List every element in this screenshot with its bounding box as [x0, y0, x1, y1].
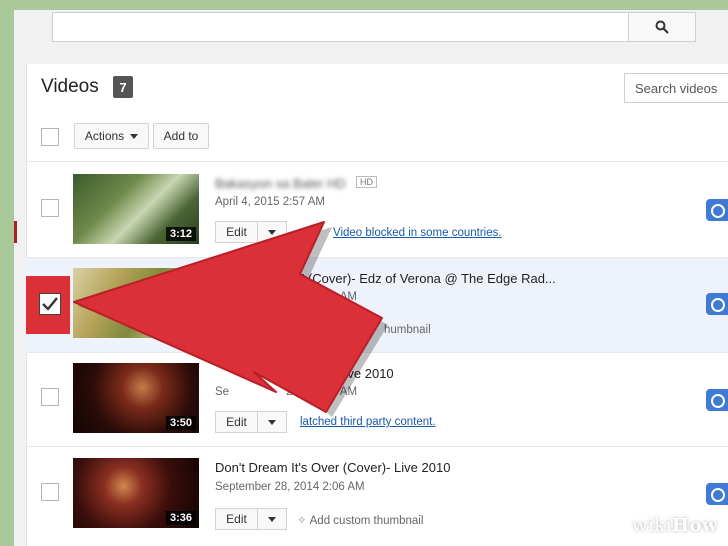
add-to-button[interactable]: Add to [153, 123, 209, 149]
wikihow-watermark: wikiHow [632, 515, 718, 536]
info-tab-icon[interactable] [706, 199, 728, 221]
video-date: Se 2014 2:15 AM [215, 386, 357, 398]
duration-badge: 3:36 [165, 511, 196, 525]
video-date: September 28, 2014 2:06 AM [215, 481, 365, 493]
sidebar-marker [14, 221, 17, 243]
chevron-down-icon [268, 419, 276, 425]
actions-label: Actions [84, 129, 125, 143]
row-checkbox[interactable] [41, 388, 59, 406]
edit-dropdown[interactable] [258, 509, 286, 529]
status-link[interactable]: latched third party content. [300, 416, 436, 428]
date-prefix: Se [215, 386, 230, 398]
row-checkbox[interactable] [41, 199, 59, 217]
checkmark-icon [42, 297, 58, 311]
row-checkbox[interactable] [41, 483, 59, 501]
info-tab-icon[interactable] [706, 293, 728, 315]
watermark-prefix: wiki [632, 515, 672, 536]
edit-dropdown[interactable] [258, 222, 286, 242]
edit-button-group[interactable]: Edit [215, 508, 287, 530]
search-button[interactable] [628, 12, 696, 42]
sparkle-icon: ✧ [297, 515, 307, 527]
select-all-checkbox[interactable] [41, 128, 59, 146]
add-custom-thumbnail-label: Add custom thumbnail [309, 515, 424, 527]
status-link[interactable]: Video blocked in some countries. [333, 227, 502, 239]
edit-button[interactable]: Edit [216, 412, 258, 432]
video-title[interactable]: Bakasyon sa Baler HD [215, 176, 346, 191]
row-checkbox-checked[interactable] [39, 293, 61, 315]
edit-dropdown[interactable] [258, 412, 286, 432]
edit-button-group[interactable]: Edit [215, 411, 287, 433]
chevron-down-icon [268, 229, 276, 235]
video-thumbnail[interactable]: 3:36 [73, 458, 199, 528]
search-input[interactable] [52, 12, 628, 42]
search-icon [655, 20, 669, 34]
video-thumbnail[interactable]: 3:12 [73, 174, 199, 244]
page-title: Videos [41, 76, 99, 97]
video-thumbnail[interactable] [73, 268, 199, 338]
chevron-down-icon [130, 133, 139, 139]
video-title[interactable]: (Cover) -Live 2010 [286, 366, 394, 381]
edit-button[interactable]: Edit [216, 222, 258, 242]
video-title-text: Bakasyon sa Baler HD [215, 176, 346, 191]
edit-button[interactable]: Edit [216, 509, 258, 529]
video-title[interactable]: ns" (Cover)- Edz of Verona @ The Edge Ra… [286, 271, 556, 286]
video-title[interactable]: Don't Dream It's Over (Cover)- Live 2010 [215, 460, 450, 475]
video-date: April 4, 2015 2:57 AM [215, 196, 325, 208]
info-tab-icon[interactable] [706, 483, 728, 505]
status-text[interactable]: humbnail [384, 324, 431, 336]
date-suffix: 2014 2:15 AM [286, 386, 358, 398]
search-videos-input[interactable]: Search videos [624, 73, 728, 103]
edit-button-group[interactable]: Edit [215, 221, 287, 243]
chevron-down-icon [268, 516, 276, 522]
video-thumbnail[interactable]: 3:50 [73, 363, 199, 433]
video-count-badge: 7 [113, 76, 133, 98]
divider [26, 446, 728, 447]
actions-dropdown[interactable]: Actions [74, 123, 149, 149]
duration-badge: 3:50 [165, 416, 196, 430]
watermark-suffix: How [671, 515, 718, 536]
add-custom-thumbnail[interactable]: ✧ Add custom thumbnail [297, 513, 423, 527]
duration-badge: 3:12 [165, 227, 196, 241]
video-date: 2014 2:38 AM [286, 291, 357, 303]
info-tab-icon[interactable] [706, 389, 728, 411]
hd-badge: HD [356, 176, 377, 188]
divider [26, 352, 728, 353]
divider [26, 161, 728, 162]
